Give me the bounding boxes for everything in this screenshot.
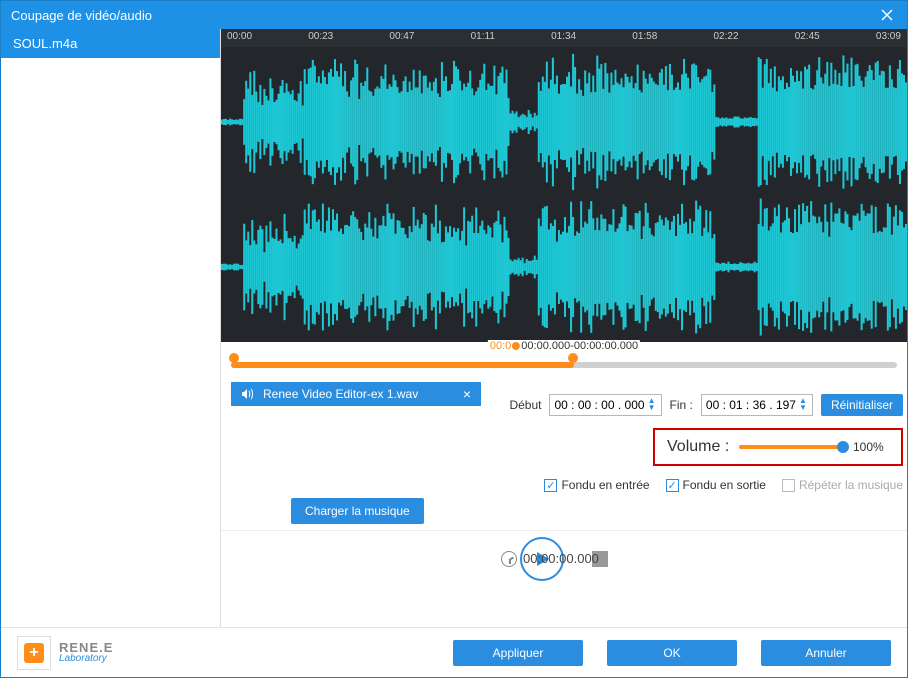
scrubber-time-display: 00:000:00.000-00:00:00.000	[488, 340, 640, 352]
audio-chip-label: Renee Video Editor-ex 1.wav	[257, 387, 459, 401]
logo-icon: +	[17, 636, 51, 670]
ruler-tick: 01:34	[551, 31, 576, 47]
titlebar: Coupage de vidéo/audio	[1, 1, 907, 29]
volume-label: Volume :	[667, 438, 729, 456]
start-down-icon[interactable]: ▼	[647, 405, 657, 412]
fade-options: ✓ Fondu en entrée ✓ Fondu en sortie Répé…	[544, 478, 903, 492]
checkmark-icon: ✓	[544, 479, 557, 492]
remove-audio-button[interactable]: ×	[459, 386, 475, 402]
app-window: Coupage de vidéo/audio SOUL.m4a 00:00 00…	[0, 0, 908, 678]
scrubber-fill	[231, 362, 574, 368]
ruler-tick: 02:22	[713, 31, 738, 47]
checkbox-empty-icon	[782, 479, 795, 492]
ruler-tick: 00:47	[389, 31, 414, 47]
close-button[interactable]	[867, 1, 907, 29]
cancel-button[interactable]: Annuler	[761, 640, 891, 666]
scrubber[interactable]: 00:000:00.000-00:00:00.000	[221, 342, 907, 378]
end-time-input[interactable]: 00 : 01 : 36 . 197 ▲▼	[701, 394, 813, 416]
playback-bar: 00:00:00.000	[221, 530, 907, 586]
playback-time: 00:00:00.000	[501, 551, 599, 567]
ruler-tick: 02:45	[795, 31, 820, 47]
clock-icon	[501, 551, 517, 567]
ok-button[interactable]: OK	[607, 640, 737, 666]
scrubber-end-handle[interactable]	[568, 353, 578, 363]
ruler-tick: 03:09	[876, 31, 901, 47]
reset-button[interactable]: Réinitialiser	[821, 394, 903, 416]
scrubber-start-handle[interactable]	[229, 353, 239, 363]
volume-control: Volume : 100%	[653, 428, 903, 466]
brand-logo: + RENE.E Laboratory	[17, 636, 113, 670]
body: SOUL.m4a 00:00 00:23 00:47 01:11 01:34 0…	[1, 29, 907, 627]
start-label: Début	[509, 398, 541, 412]
ruler-tick: 01:58	[632, 31, 657, 47]
main-panel: 00:00 00:23 00:47 01:11 01:34 01:58 02:2…	[221, 29, 907, 627]
apply-button[interactable]: Appliquer	[453, 640, 583, 666]
footer: + RENE.E Laboratory Appliquer OK Annuler	[1, 627, 907, 677]
window-title: Coupage de vidéo/audio	[11, 8, 867, 23]
load-music-button[interactable]: Charger la musique	[291, 498, 424, 524]
time-range-row: Début 00 : 00 : 00 . 000 ▲▼ Fin : 00 : 0…	[509, 394, 903, 416]
end-label: Fin :	[670, 398, 693, 412]
volume-knob[interactable]	[837, 441, 849, 453]
file-sidebar: SOUL.m4a	[1, 29, 221, 627]
timeline-ruler[interactable]: 00:00 00:23 00:47 01:11 01:34 01:58 02:2…	[221, 29, 907, 47]
repeat-checkbox[interactable]: Répéter la musique	[782, 478, 903, 492]
volume-slider[interactable]	[739, 445, 843, 449]
end-down-icon[interactable]: ▼	[798, 405, 808, 412]
sidebar-item-file[interactable]: SOUL.m4a	[1, 29, 220, 58]
volume-value: 100%	[853, 440, 889, 454]
sidebar-item-label: SOUL.m4a	[13, 36, 77, 51]
fade-in-checkbox[interactable]: ✓ Fondu en entrée	[544, 478, 649, 492]
ruler-tick: 00:23	[308, 31, 333, 47]
checkmark-icon: ✓	[666, 479, 679, 492]
ruler-tick: 00:00	[227, 31, 252, 47]
close-icon	[881, 9, 893, 21]
audio-file-chip[interactable]: Renee Video Editor-ex 1.wav ×	[231, 382, 481, 406]
speaker-icon	[237, 387, 257, 401]
ruler-tick: 01:11	[471, 31, 495, 47]
fade-out-checkbox[interactable]: ✓ Fondu en sortie	[666, 478, 766, 492]
start-time-input[interactable]: 00 : 00 : 00 . 000 ▲▼	[549, 394, 661, 416]
waveform-display[interactable]: (function(){ var svg = document.querySel…	[221, 47, 907, 342]
